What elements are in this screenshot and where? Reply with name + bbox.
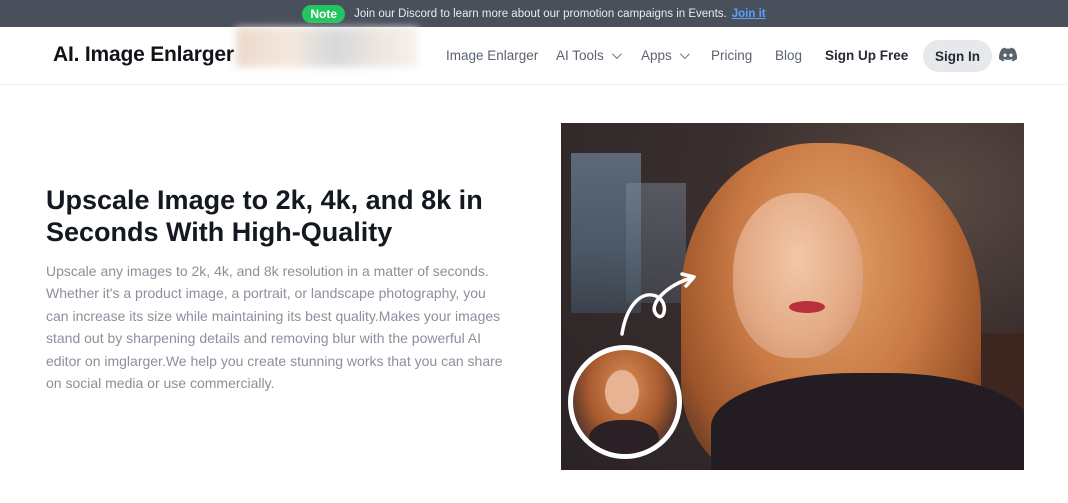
discord-icon[interactable] xyxy=(999,47,1017,63)
announcement-text: Join our Discord to learn more about our… xyxy=(354,7,727,20)
chevron-down-icon xyxy=(679,49,690,60)
sign-in-button[interactable]: Sign In xyxy=(923,40,992,72)
nav-label: Pricing xyxy=(711,48,753,63)
nav-label: Apps xyxy=(641,48,672,63)
portrait-face xyxy=(733,193,863,358)
join-discord-link[interactable]: Join it xyxy=(732,8,766,20)
portrait-dress xyxy=(711,373,1024,470)
portrait-lips xyxy=(789,301,825,313)
sign-up-free-link[interactable]: Sign Up Free xyxy=(825,48,908,63)
thumbnail-dress xyxy=(589,420,659,454)
nav-ai-tools[interactable]: AI Tools xyxy=(556,48,622,63)
site-header: AI. Image Enlarger Image Enlarger AI Too… xyxy=(0,27,1068,85)
nav-label: Image Enlarger xyxy=(446,48,539,63)
note-badge: Note xyxy=(302,4,346,23)
thumbnail-face xyxy=(605,370,639,414)
nav-apps[interactable]: Apps xyxy=(641,48,690,63)
hero-description: Upscale any images to 2k, 4k, and 8k res… xyxy=(46,263,503,392)
chevron-down-icon xyxy=(611,49,622,60)
nav-label: Blog xyxy=(775,48,803,63)
nav-blog[interactable]: Blog xyxy=(775,48,802,63)
nav-label: AI Tools xyxy=(556,48,604,63)
hero-title: Upscale Image to 2k, 4k, and 8k in Secon… xyxy=(46,185,483,247)
before-thumbnail-circle xyxy=(568,345,682,459)
nav-pricing[interactable]: Pricing xyxy=(711,48,752,63)
curved-arrow-icon xyxy=(620,272,696,336)
nav-image-enlarger[interactable]: Image Enlarger xyxy=(446,48,538,63)
announcement-bar: Note Join our Discord to learn more abou… xyxy=(0,0,1068,27)
